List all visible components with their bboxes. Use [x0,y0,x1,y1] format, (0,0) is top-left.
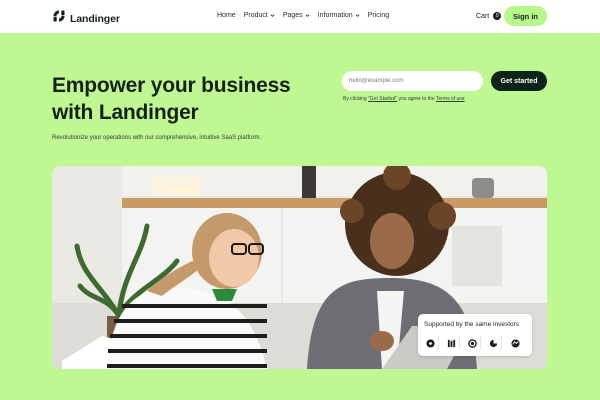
chevron-down-icon [305,14,310,17]
investor-logo-4 [486,336,502,350]
investor-logo-3 [465,336,481,350]
brand[interactable]: Landinger [52,9,120,28]
investor-logo-5 [507,336,523,350]
investors-card: Supported by the same investors [418,314,532,356]
brand-logo-icon [52,9,66,28]
investor-logo-2 [444,336,460,350]
nav-product[interactable]: Product [244,12,275,19]
nav-pages[interactable]: Pages [283,12,310,19]
signin-button[interactable]: Sign in [504,6,547,26]
email-input[interactable] [342,71,483,91]
hero-headline: Empower your business with Landinger [52,74,291,124]
cart-link[interactable]: Cart 0 [476,12,502,20]
terms-mid: you agree to the [397,96,436,102]
nav-product-label: Product [243,12,268,19]
terms-of-use-link[interactable]: Terms of use [436,96,465,102]
terms-prefix: By clicking [343,96,369,102]
chevron-down-icon [270,14,275,17]
top-navbar: Landinger Home Product Pages Information… [0,0,600,33]
nav-home-label: Home [217,12,236,19]
main-menu: Home Product Pages Information Pricing [217,12,397,19]
chevron-down-icon [355,14,360,17]
cart-count-badge: 0 [493,12,502,20]
investor-logo-1 [423,336,439,350]
nav-home[interactable]: Home [217,12,236,19]
nav-pages-label: Pages [282,12,303,19]
nav-pricing[interactable]: Pricing [368,12,389,19]
nav-pricing-label: Pricing [367,12,390,19]
investor-logos [423,336,528,350]
hero-image: Supported by the same investors [52,166,547,369]
brand-name: Landinger [70,12,120,25]
nav-information-label: Information [317,12,353,19]
get-started-button[interactable]: Get started [491,71,547,91]
nav-information[interactable]: Information [318,12,360,19]
hero-lede: Revolutionize your operations with our c… [52,135,262,141]
get-started-link[interactable]: "Get Started" [368,96,397,102]
investors-title: Supported by the same investors [424,321,520,328]
terms-notice: By clicking "Get Started" you agree to t… [343,96,465,102]
cart-label: Cart [476,12,490,20]
